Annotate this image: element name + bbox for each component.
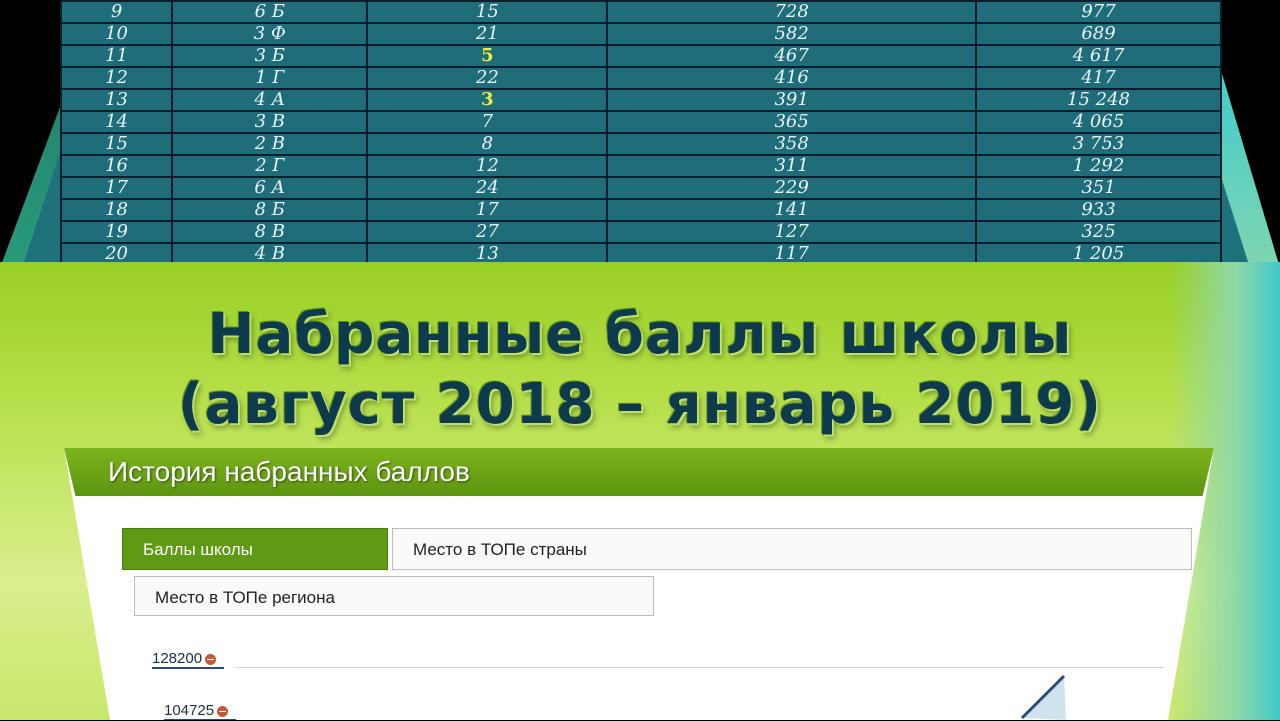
table-cell: 8 В bbox=[171, 220, 369, 244]
heading-line-1: Набранные баллы школы bbox=[207, 302, 1073, 367]
table-cell: 15 248 bbox=[975, 88, 1222, 112]
table-cell: 467 bbox=[606, 44, 978, 68]
table-cell: 1 Г bbox=[171, 66, 369, 90]
table-cell: 15 bbox=[366, 0, 609, 24]
table-cell: 16 bbox=[59, 154, 174, 178]
table-cell: 8 bbox=[366, 132, 609, 156]
table-row: 96 Б 15 728 977 bbox=[59, 0, 1222, 24]
table-cell: 18 bbox=[59, 198, 174, 222]
table-cell: 417 bbox=[975, 66, 1222, 90]
table-cell: 365 bbox=[606, 110, 978, 134]
table-cell: 311 bbox=[606, 154, 978, 178]
table-cell: 3 В bbox=[171, 110, 369, 134]
table-cell: 3 753 bbox=[975, 132, 1222, 156]
table-cell: 11 bbox=[59, 44, 174, 68]
score-chart bbox=[1020, 674, 1066, 720]
table-cell: 3 bbox=[366, 88, 609, 112]
table-cell: 24 bbox=[366, 176, 609, 200]
table-cell: 12 bbox=[59, 66, 174, 90]
table-cell: 17 bbox=[366, 198, 609, 222]
table-cell: 3 Б bbox=[171, 44, 369, 68]
table-row: 11 3 Б 5 467 4 617 bbox=[59, 44, 1222, 68]
table-cell: 689 bbox=[975, 22, 1222, 46]
table-cell: 127 bbox=[606, 220, 978, 244]
table-row: 17 6 А 24 229 351 bbox=[59, 176, 1222, 200]
table-cell: 19 bbox=[59, 220, 174, 244]
table-cell: 10 bbox=[59, 22, 174, 46]
table-cell: 2 Г bbox=[171, 154, 369, 178]
table-cell: 229 bbox=[606, 176, 978, 200]
table-cell: 27 bbox=[366, 220, 609, 244]
table-row: 19 8 В 27 127 325 bbox=[59, 220, 1222, 244]
table-cell: 416 bbox=[606, 66, 978, 90]
table-cell: 8 Б bbox=[171, 198, 369, 222]
table-cell: 728 bbox=[606, 0, 978, 24]
table-cell: 141 bbox=[606, 198, 978, 222]
table-row: 14 3 В 7 365 4 065 bbox=[59, 110, 1222, 134]
table-cell: 5 bbox=[366, 44, 609, 68]
table-cell: 4 065 bbox=[975, 110, 1222, 134]
table-cell: 582 bbox=[606, 22, 978, 46]
table-cell: 7 bbox=[366, 110, 609, 134]
table-cell: 977 bbox=[975, 0, 1222, 24]
table-cell: 1 292 bbox=[975, 154, 1222, 178]
table-cell: 325 bbox=[975, 220, 1222, 244]
table-cell: 21 bbox=[366, 22, 609, 46]
table-cell: 391 bbox=[606, 88, 978, 112]
score-history-panel: История набранных баллов Баллы школы Мес… bbox=[64, 448, 1214, 720]
table-cell: 6 А bbox=[171, 176, 369, 200]
heading-line-2: (август 2018 – январь 2019) bbox=[178, 372, 1102, 437]
table-row: 15 2 В 8 358 3 753 bbox=[59, 132, 1222, 156]
table-row: 12 1 Г 22 416 417 bbox=[59, 66, 1222, 90]
table-row: 13 4 А 3 391 15 248 bbox=[59, 88, 1222, 112]
table-cell: 933 bbox=[975, 198, 1222, 222]
table-cell: 4 617 bbox=[975, 44, 1222, 68]
table-cell: 4 А bbox=[171, 88, 369, 112]
table-cell: 3 Ф bbox=[171, 22, 369, 46]
table-cell: 2 В bbox=[171, 132, 369, 156]
table-cell: 6 Б bbox=[171, 0, 369, 24]
table-cell: 351 bbox=[975, 176, 1222, 200]
table-row: 10 3 Ф 21 582 689 bbox=[59, 22, 1222, 46]
table-cell: 12 bbox=[366, 154, 609, 178]
table-cell: 14 bbox=[59, 110, 174, 134]
table-cell: 22 bbox=[366, 66, 609, 90]
table-row: 18 8 Б 17 141 933 bbox=[59, 198, 1222, 222]
table-row: 16 2 Г 12 311 1 292 bbox=[59, 154, 1222, 178]
table-cell: 9 bbox=[59, 0, 174, 24]
table-cell: 13 bbox=[59, 88, 174, 112]
table-cell: 15 bbox=[59, 132, 174, 156]
table-cell: 17 bbox=[59, 176, 174, 200]
table-cell: 358 bbox=[606, 132, 978, 156]
ranking-table: 96 Б 15 728 977 10 3 Ф 21 582 689 11 3 Б 5 467 4 617 1… bbox=[59, 0, 1222, 266]
